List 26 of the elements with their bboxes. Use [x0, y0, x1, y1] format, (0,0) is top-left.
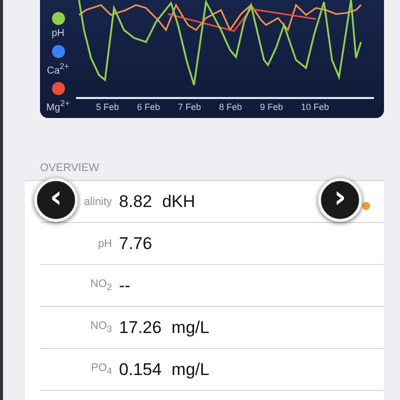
- axis-label: 6 Feb: [137, 101, 162, 112]
- parameter-label: NO$_{3}$: [90, 320, 112, 332]
- legend-label: Mg$^{2+}$: [46, 98, 70, 114]
- parameter-value: 17.26: [119, 318, 162, 338]
- parameter-value: 0.154: [119, 360, 162, 380]
- status-dot-icon: [362, 202, 370, 210]
- parameter-unit: mg/L: [172, 360, 210, 380]
- axis-label: 7 Feb: [178, 101, 202, 112]
- axis-label: 5 Feb: [96, 101, 120, 112]
- axis-label: 8 Feb: [219, 101, 244, 112]
- previous-button[interactable]: ‹: [34, 178, 78, 222]
- parameter-value: 7.76: [119, 234, 152, 254]
- parameter-label: PO$_{4}$: [91, 362, 112, 374]
- parameter-value: --: [119, 276, 130, 296]
- next-button[interactable]: ›: [318, 178, 362, 222]
- section-header: OVERVIEW: [40, 162, 100, 176]
- parameter-unit: dKH: [162, 192, 196, 212]
- parameter-label: alinity: [84, 196, 112, 208]
- legend-label: Ca$^{2+}$: [46, 61, 70, 76]
- parameter-unit: mg/L: [172, 318, 210, 338]
- legend-label: pH: [52, 28, 64, 39]
- axis-label: 10 Feb: [301, 101, 330, 112]
- parameter-label: pH: [98, 238, 112, 250]
- axis-label: 9 Feb: [260, 101, 284, 112]
- parameter-value: 8.82: [119, 192, 152, 212]
- parameter-label: NO$_{2}$: [90, 278, 112, 290]
